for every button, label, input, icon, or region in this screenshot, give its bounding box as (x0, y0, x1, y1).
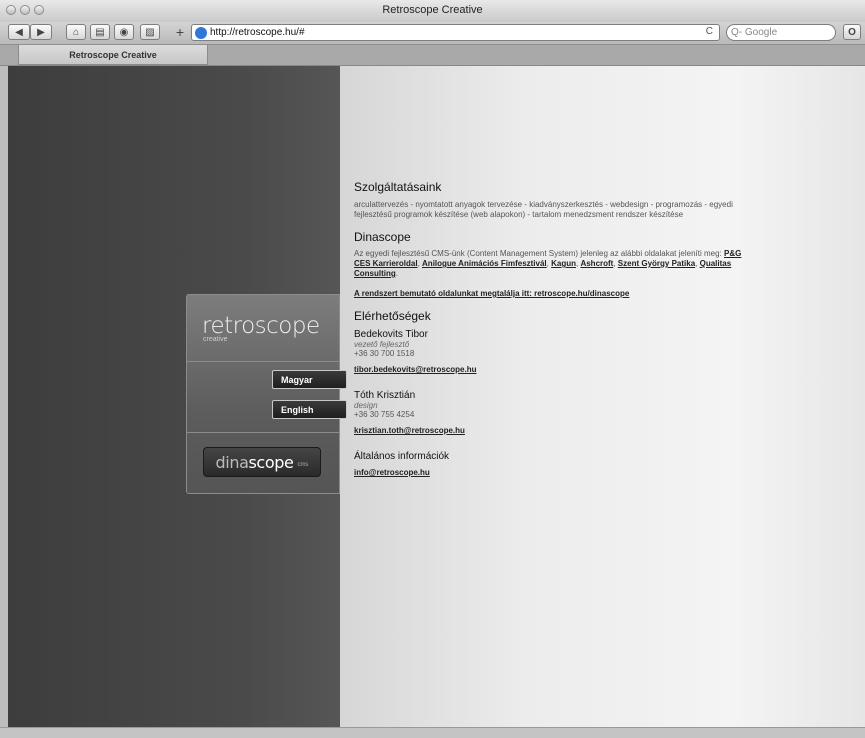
tab-bar: Retroscope Creative (0, 45, 865, 66)
sidebar-box: retroscope creative Magyar English dinas… (186, 294, 347, 494)
home-button[interactable]: ⌂ (66, 24, 86, 40)
link-szent-gyorgy[interactable]: Szent György Patika (618, 259, 695, 268)
contact-phone: +36 30 755 4254 (354, 410, 415, 419)
dinascope-heading: Dinascope (354, 230, 411, 244)
window-title: Retroscope Creative (382, 4, 483, 16)
magyar-button[interactable]: Magyar (272, 370, 347, 389)
services-text: arculattervezés - nyomtatott anyagok ter… (354, 200, 733, 219)
plus-icon: + (175, 24, 185, 40)
back-arrow-icon: ◀ (15, 26, 23, 38)
globe-icon (195, 26, 207, 39)
screenshot-button[interactable]: ▨ (140, 24, 160, 40)
dinascope-text: Az egyedi fejlesztésű CMS-ünk (Content M… (354, 249, 742, 278)
address-bar[interactable]: http://retroscope.hu/# C (191, 24, 720, 41)
english-label: English (281, 404, 314, 415)
contact-card: Tóth Krisztián design +36 30 755 4254 kr… (354, 390, 744, 438)
contact-email[interactable]: tibor.bedekovits@retroscope.hu (354, 365, 477, 374)
search-field[interactable]: Q- Google (726, 24, 836, 41)
logo-subtitle: creative (203, 336, 228, 343)
dinascope-demo-link[interactable]: A rendszert bemutató oldalunkat megtalál… (354, 289, 629, 298)
tab-label: Retroscope Creative (69, 49, 157, 60)
dinascope-cms-button[interactable]: dinascope cms (203, 447, 321, 477)
english-button[interactable]: English (272, 400, 347, 419)
browser-toolbar: ◀ ▶ ⌂ ▤ ◉ ▨ + http://retroscope.hu/# C Q… (0, 22, 865, 45)
link-ashcroft[interactable]: Ashcroft (580, 259, 613, 268)
contact-phone: +36 30 700 1518 (354, 349, 415, 358)
divider (187, 432, 339, 433)
info-icon: ◉ (119, 26, 129, 38)
dinascope-logo: dinascope (215, 452, 294, 472)
contact-name: Tóth Krisztián (354, 390, 416, 401)
contacts-heading: Elérhetőségek (354, 309, 431, 323)
info-button[interactable]: ◉ (114, 24, 134, 40)
url-text: http://retroscope.hu/# (210, 27, 305, 38)
tab-retroscope[interactable]: Retroscope Creative (18, 45, 208, 65)
contact-email[interactable]: krisztian.toth@retroscope.hu (354, 426, 465, 435)
home-icon: ⌂ (72, 26, 80, 38)
link-kagun[interactable]: Kagun (551, 259, 576, 268)
status-bar (0, 727, 865, 738)
search-placeholder: Q- Google (731, 27, 778, 38)
contact-role: vezető fejlesztő (354, 340, 410, 349)
cms-label: cms (297, 462, 309, 468)
services-heading: Szolgáltatásaink (354, 180, 442, 194)
forward-button[interactable]: ▶ (30, 24, 52, 40)
logo-area: retroscope creative (187, 295, 339, 362)
image-icon: ▨ (145, 26, 155, 38)
add-bookmark-button[interactable]: + (172, 24, 188, 40)
general-info: Általános információk info@retroscope.hu (354, 451, 744, 480)
contact-role: design (354, 401, 378, 410)
forward-arrow-icon: ▶ (37, 26, 45, 38)
circle-icon: O (848, 26, 856, 38)
general-info-heading: Általános információk (354, 451, 450, 462)
magyar-label: Magyar (281, 374, 313, 385)
contact-name: Bedekovits Tibor (354, 329, 428, 340)
main-content: Szolgáltatásaink arculattervezés - nyomt… (354, 180, 744, 480)
link-anilogue[interactable]: Anilogue Animációs Fimfesztivál (422, 259, 547, 268)
contact-card: Bedekovits Tibor vezető fejlesztő +36 30… (354, 329, 744, 377)
print-icon: ▤ (95, 26, 105, 38)
extra-toolbar-button[interactable]: O (843, 24, 861, 40)
back-button[interactable]: ◀ (8, 24, 30, 40)
print-button[interactable]: ▤ (90, 24, 110, 40)
general-email[interactable]: info@retroscope.hu (354, 468, 430, 477)
reload-icon[interactable]: C (706, 26, 713, 37)
window-titlebar: Retroscope Creative (0, 0, 865, 23)
